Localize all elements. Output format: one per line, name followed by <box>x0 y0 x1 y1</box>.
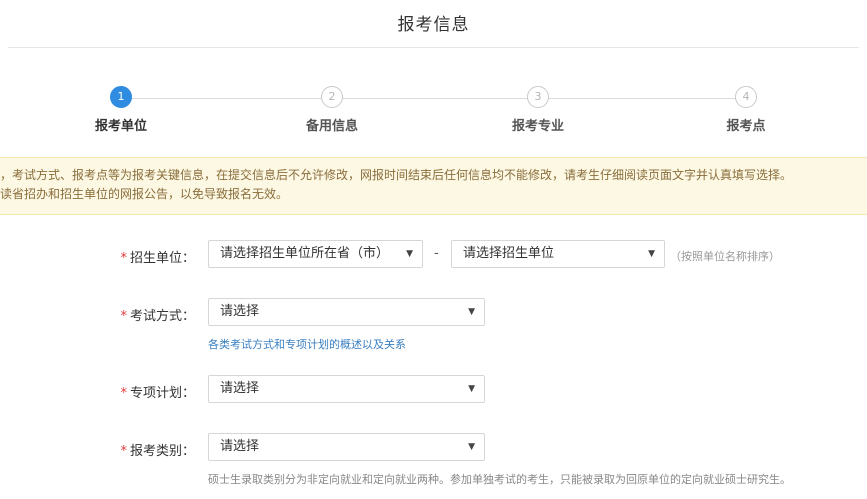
apply-category-hint: 硕士生录取类别分为非定向就业和定向就业两种。参加单独考试的考生，只能被录取为回原… <box>208 473 791 486</box>
select-separator: - <box>434 246 439 261</box>
exam-mode-overview-link[interactable]: 各类考试方式和专项计划的概述以及关系 <box>208 336 406 352</box>
notice-line-2: 读省招办和招生单位的网报公告，以免导致报名无效。 <box>0 187 289 201</box>
exam-mode-select[interactable]: 请选择 ▼ <box>208 298 485 326</box>
caret-down-icon: ▼ <box>468 442 475 452</box>
required-mark: * <box>120 251 127 266</box>
recruit-unit-label: * 招生单位： <box>100 247 195 266</box>
special-plan-row: * 专项计划： 请选择 ▼ <box>0 375 867 405</box>
step-1-number: 1 <box>110 86 132 108</box>
exam-mode-row: * 考试方式： 请选择 ▼ <box>0 298 867 328</box>
step-1-label: 报考单位 <box>94 119 147 134</box>
step-2-number: 2 <box>321 86 343 108</box>
apply-category-row: * 报考类别： 请选择 ▼ <box>0 433 867 463</box>
recruit-unit-row: * 招生单位： 请选择招生单位所在省（市） ▼ - 请选择招生单位 ▼ （按照单位… <box>0 240 867 270</box>
apply-category-select[interactable]: 请选择 ▼ <box>208 433 485 461</box>
step-4-number: 4 <box>735 86 757 108</box>
step-3-number: 3 <box>527 86 549 108</box>
required-mark: * <box>120 444 127 459</box>
required-mark: * <box>120 309 127 324</box>
warning-notice: ，考试方式、报考点等为报考关键信息，在提交信息后不允许修改，网报时间结束后任何信… <box>0 157 867 215</box>
unit-select[interactable]: 请选择招生单位 ▼ <box>451 240 665 268</box>
special-plan-select[interactable]: 请选择 ▼ <box>208 375 485 403</box>
special-plan-label: * 专项计划： <box>100 382 195 401</box>
exam-mode-label-text: 考试方式： <box>129 309 195 324</box>
special-plan-label-text: 专项计划： <box>129 386 195 401</box>
caret-down-icon: ▼ <box>468 384 475 394</box>
province-select[interactable]: 请选择招生单位所在省（市） ▼ <box>208 240 423 268</box>
page-title: 报考信息 <box>397 15 470 35</box>
apply-category-label: * 报考类别： <box>100 440 195 459</box>
exam-mode-select-value: 请选择 <box>220 304 260 319</box>
sort-hint: （按照单位名称排序） <box>670 250 780 263</box>
apply-category-select-value: 请选择 <box>220 439 260 454</box>
special-plan-select-value: 请选择 <box>220 381 260 396</box>
unit-select-value: 请选择招生单位 <box>463 246 555 261</box>
exam-mode-label: * 考试方式： <box>100 305 195 324</box>
step-3-major[interactable]: 3 报考专业 <box>468 86 608 134</box>
step-2-label: 备用信息 <box>305 119 358 134</box>
caret-down-icon: ▼ <box>648 249 655 259</box>
step-2-backup-info[interactable]: 2 备用信息 <box>262 86 402 134</box>
step-4-label: 报考点 <box>726 119 766 134</box>
title-divider <box>8 47 859 48</box>
step-3-label: 报考专业 <box>511 119 564 134</box>
notice-line-1: ，考试方式、报考点等为报考关键信息，在提交信息后不允许修改，网报时间结束后任何信… <box>0 168 793 182</box>
apply-category-label-text: 报考类别： <box>129 444 195 459</box>
required-mark: * <box>120 386 127 401</box>
province-select-value: 请选择招生单位所在省（市） <box>220 246 390 261</box>
recruit-unit-label-text: 招生单位： <box>129 251 195 266</box>
step-4-exam-site[interactable]: 4 报考点 <box>676 86 816 134</box>
caret-down-icon: ▼ <box>468 307 475 317</box>
caret-down-icon: ▼ <box>406 249 413 259</box>
step-1-report-unit[interactable]: 1 报考单位 <box>51 86 191 134</box>
